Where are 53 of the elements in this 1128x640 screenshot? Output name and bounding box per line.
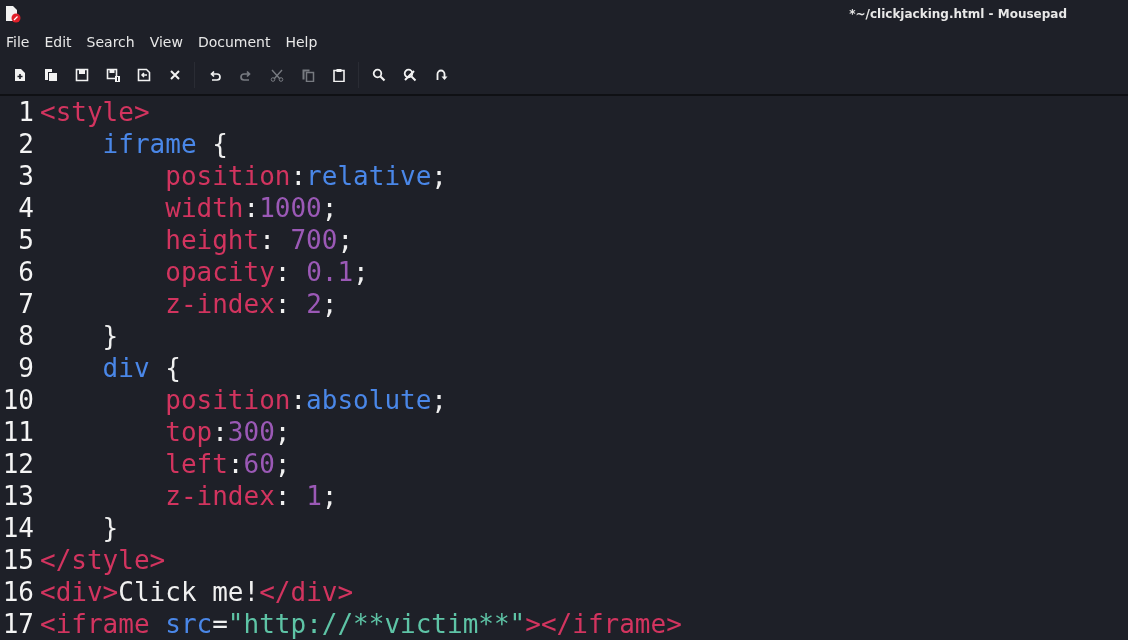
line-number: 8 (17, 321, 34, 351)
line-number: 10 (1, 385, 34, 415)
document-pencil-icon (5, 4, 21, 23)
code-line: z-index: 1; (164, 481, 338, 511)
code-line: div { (101, 353, 181, 383)
clipboard-icon (331, 68, 346, 83)
line-number: 17 (1, 609, 34, 639)
code-line: opacity: 0.1; (164, 257, 369, 287)
code-line: width:1000; (164, 193, 338, 223)
line-number: 1 (17, 97, 34, 127)
line-number: 15 (1, 545, 34, 575)
line-number: 7 (17, 289, 34, 319)
menu-item[interactable]: Search (86, 34, 135, 51)
code-line: </style> (40, 545, 166, 575)
line-number: 2 (17, 129, 34, 159)
page-plus-icon (12, 68, 27, 83)
pages-icon (43, 68, 58, 83)
floppy-icon (74, 68, 89, 83)
code-line: left:60; (164, 449, 291, 479)
code-line: position:relative; (164, 161, 447, 191)
line-number: 12 (1, 449, 34, 479)
menu-item[interactable]: Edit (44, 34, 72, 51)
code-line: <iframe src="http://**victim**"></iframe> (40, 609, 682, 639)
code-line: } (101, 513, 119, 543)
code-line: <div>Click me!</div> (40, 577, 354, 607)
scissors-icon (269, 68, 284, 83)
code-line: top:300; (164, 417, 291, 447)
line-number: 5 (17, 225, 34, 255)
redo-icon (238, 68, 253, 83)
line-number: 6 (17, 257, 34, 287)
line-number: 4 (17, 193, 34, 223)
menu-item[interactable]: File (6, 34, 30, 51)
menu-item[interactable]: Document (197, 34, 271, 51)
menu-item[interactable]: View (149, 34, 183, 51)
page-arrow-icon (136, 68, 151, 83)
line-number: 16 (1, 577, 34, 607)
code-line: iframe { (101, 129, 228, 159)
code-line: <style> (40, 97, 150, 127)
copy-icon (300, 68, 315, 83)
code-line: } (101, 321, 119, 351)
line-number: 14 (1, 513, 34, 543)
search-pencil-icon (402, 68, 417, 83)
line-number: 3 (17, 161, 34, 191)
line-number: 13 (1, 481, 34, 511)
search-icon (371, 68, 386, 83)
line-number: 9 (17, 353, 34, 383)
floppy-text-icon (105, 68, 120, 83)
window-title: *~/clickjacking.html - Mousepad (849, 6, 1067, 21)
code-line: position:absolute; (164, 385, 447, 415)
code-line: z-index: 2; (164, 289, 338, 319)
code-line: height: 700; (164, 225, 354, 255)
line-number: 11 (1, 417, 34, 447)
menu-item[interactable]: Help (285, 34, 318, 51)
